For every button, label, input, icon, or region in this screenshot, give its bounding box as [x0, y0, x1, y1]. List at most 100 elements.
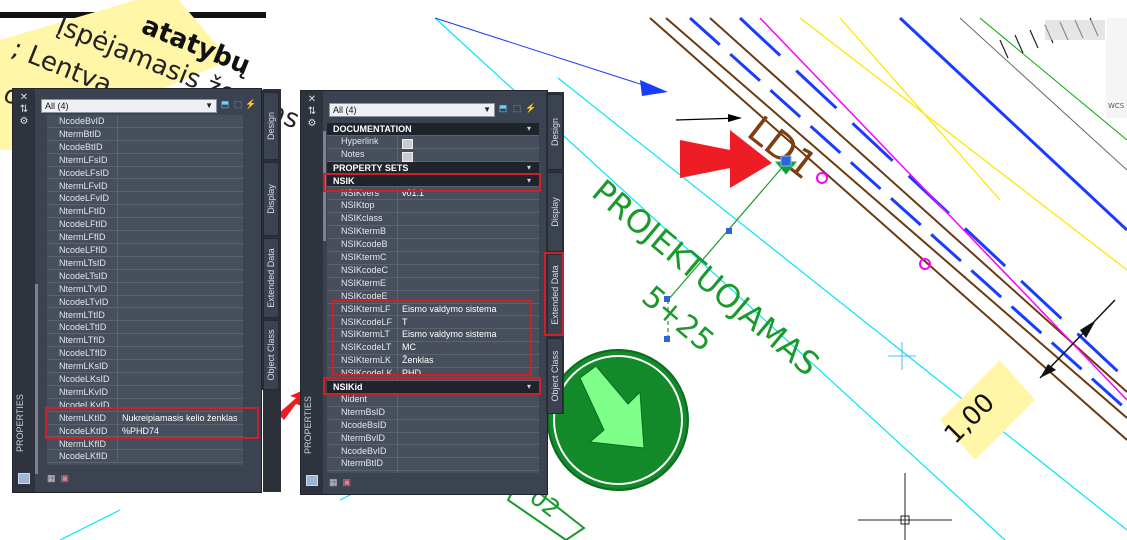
property-value[interactable]: [117, 166, 243, 179]
property-row[interactable]: NtermLFsID: [47, 153, 243, 167]
close-icon[interactable]: ✕: [13, 93, 35, 103]
palette-footer-icons[interactable]: ▦ ▣: [47, 473, 69, 484]
property-row[interactable]: NcodeBvID: [47, 115, 243, 128]
property-row[interactable]: NSIKcodeLF T: [327, 316, 539, 332]
property-row[interactable]: NcodeLKfID: [47, 450, 243, 464]
property-value[interactable]: [397, 458, 539, 474]
property-value[interactable]: [117, 385, 243, 398]
property-value[interactable]: [117, 153, 243, 166]
category-nsik[interactable]: NSIK ▾: [327, 174, 539, 188]
properties-palette-right[interactable]: ✕ ⇅ ⚙ PROPERTIES All (4) ▼ ⬒ ⬚ ⚡ DOCUMEN…: [300, 90, 548, 495]
property-row[interactable]: NcodeLFvID: [47, 192, 243, 206]
tab-display[interactable]: Display: [263, 162, 279, 236]
category-nsikid[interactable]: NSIKid ▾: [327, 381, 539, 394]
property-row[interactable]: NSIKcodeLT MC: [327, 342, 539, 358]
palette-title-strip[interactable]: ✕ ⇅ ⚙ PROPERTIES: [301, 91, 323, 494]
property-value[interactable]: [117, 308, 243, 321]
property-value[interactable]: [117, 269, 243, 282]
property-row[interactable]: NSIKcodeB: [327, 239, 539, 255]
property-row[interactable]: NtermLKsID: [47, 360, 243, 373]
property-row[interactable]: NtermLTsID: [47, 256, 243, 270]
property-row[interactable]: NcodeLFsID: [47, 166, 243, 180]
navigation-bar[interactable]: WCS: [1106, 18, 1127, 118]
property-row[interactable]: NcodeBtID: [47, 140, 243, 154]
property-row[interactable]: NtermLFfID: [47, 231, 243, 244]
property-row[interactable]: NcodeLKsID: [47, 373, 243, 386]
select-objects-icon[interactable]: ⬚: [232, 99, 244, 110]
chevron-down-icon[interactable]: ▾: [527, 175, 531, 188]
property-value[interactable]: [117, 334, 243, 347]
category-documentation[interactable]: DOCUMENTATION ▾: [327, 123, 539, 136]
palette-footer-icons[interactable]: ▦ ▣: [329, 477, 351, 488]
chevron-down-icon[interactable]: ▾: [527, 162, 531, 175]
filter-icon[interactable]: ▣: [343, 477, 352, 487]
property-row[interactable]: NcodeBsID: [327, 419, 539, 435]
property-row[interactable]: NSIKvers v01.1: [327, 187, 539, 203]
object-type-selector[interactable]: All (4) ▼: [41, 99, 217, 113]
tab-object-class[interactable]: Object Class: [547, 338, 563, 414]
property-row[interactable]: NtermLTvID: [47, 282, 243, 296]
quick-select-icon[interactable]: [18, 473, 30, 484]
property-row[interactable]: NSIKtermE: [327, 277, 539, 293]
object-type-selector[interactable]: All (4) ▼: [329, 103, 495, 117]
property-row[interactable]: NcodeLFfID: [47, 244, 243, 257]
property-value[interactable]: [117, 256, 243, 269]
property-value[interactable]: [117, 205, 243, 218]
property-row[interactable]: NtermBvID: [327, 432, 539, 448]
quick-select-icon[interactable]: [306, 475, 318, 486]
property-row[interactable]: NtermLFtID: [47, 205, 243, 219]
chevron-down-icon[interactable]: ▾: [527, 381, 531, 394]
property-value[interactable]: [117, 450, 243, 463]
property-value[interactable]: [117, 398, 243, 411]
palette-settings-icon[interactable]: ⚙: [301, 119, 323, 129]
property-row[interactable]: NtermLFvID: [47, 179, 243, 193]
property-value[interactable]: [117, 347, 243, 360]
property-row[interactable]: NtermBtID: [327, 458, 539, 474]
property-row[interactable]: Notes: [327, 148, 539, 164]
quick-properties-icon[interactable]: ⚡: [245, 99, 257, 110]
property-value[interactable]: [117, 244, 243, 256]
close-icon[interactable]: ✕: [301, 95, 323, 105]
property-row[interactable]: NtermBsID: [327, 406, 539, 422]
property-value[interactable]: [117, 218, 243, 231]
property-row[interactable]: NSIKcodeE: [327, 290, 539, 306]
property-grid[interactable]: NcodeBvID NtermBtID NcodeBtID NtermLFsID Nco…: [47, 115, 243, 465]
tab-extended-data[interactable]: Extended Data: [547, 254, 563, 336]
property-value[interactable]: [117, 373, 243, 385]
property-value[interactable]: [117, 282, 243, 295]
tab-display[interactable]: Display: [547, 172, 563, 252]
tab-design[interactable]: Design: [547, 94, 563, 170]
property-value[interactable]: [117, 115, 243, 127]
property-row[interactable]: NtermLKtID Nukreipiamasis kelio ženklas: [47, 411, 243, 425]
property-row[interactable]: NSIKtermC: [327, 252, 539, 267]
scrollbar[interactable]: [35, 284, 38, 474]
autohide-icon[interactable]: ⇅: [301, 107, 323, 117]
property-value[interactable]: [117, 360, 243, 373]
property-row[interactable]: NSIKtop: [327, 200, 539, 216]
tab-extended-data[interactable]: Extended Data: [263, 238, 279, 318]
add-to-set-icon[interactable]: ⬒: [219, 99, 231, 110]
property-row[interactable]: NSIKtermLT Eismo valdymo sistema: [327, 329, 539, 345]
property-row[interactable]: NtermLKvID: [47, 385, 243, 399]
property-value[interactable]: [117, 321, 243, 334]
property-row[interactable]: NcodeBvID: [327, 445, 539, 461]
left-palette-side-tabs[interactable]: Design Display Extended Data Object Class: [262, 90, 280, 390]
quick-properties-icon[interactable]: ⚡: [525, 103, 537, 114]
grid-icon[interactable]: ▦: [47, 473, 56, 483]
property-row[interactable]: Hyperlink: [327, 135, 539, 151]
property-row[interactable]: NSIKcodeLK PHD: [327, 368, 539, 384]
right-palette-side-tabs[interactable]: Design Display Extended Data Object Class: [546, 92, 564, 414]
properties-palette-left[interactable]: ✕ ⇅ ⚙ PROPERTIES All (4) ▼ ⬒ ⬚ ⚡ NcodeBv…: [12, 88, 281, 493]
property-row[interactable]: NSIKtermLF Eismo valdymo sistema: [327, 303, 539, 319]
property-row[interactable]: NcodeLTtID: [47, 321, 243, 335]
property-row[interactable]: NtermLTfID: [47, 334, 243, 348]
palette-settings-icon[interactable]: ⚙: [13, 117, 35, 127]
grid-icon[interactable]: ▦: [329, 477, 338, 487]
property-row[interactable]: NtermLTtID: [47, 308, 243, 322]
property-row[interactable]: NSIKtermLK Ženklas: [327, 355, 539, 371]
chevron-down-icon[interactable]: ▾: [527, 123, 531, 136]
property-row[interactable]: NtermBtID: [47, 127, 243, 141]
property-row[interactable]: NcodeLTvID: [47, 295, 243, 309]
select-objects-icon[interactable]: ⬚: [511, 103, 523, 114]
autohide-icon[interactable]: ⇅: [13, 105, 35, 115]
